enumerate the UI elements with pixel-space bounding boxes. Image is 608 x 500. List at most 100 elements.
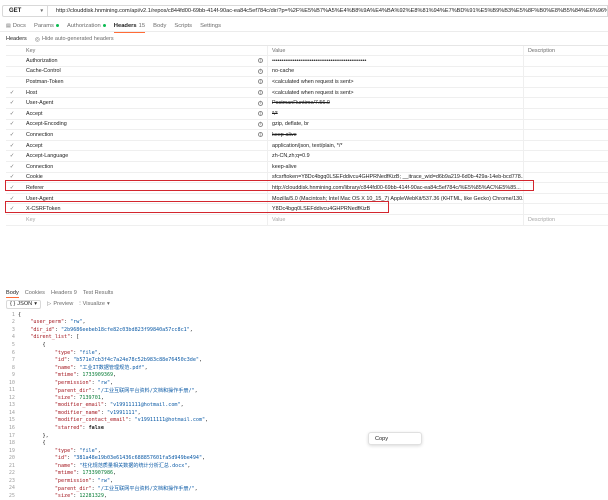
- tab-body[interactable]: Body: [153, 20, 166, 32]
- table-header-row: Key Value Description: [6, 46, 608, 56]
- header-key-cell[interactable]: Accept i: [18, 108, 268, 119]
- code-token: "modifier_email": [54, 402, 104, 409]
- header-key-cell[interactable]: User-Agent: [18, 193, 268, 204]
- header-value-cell[interactable]: ••••••••••••••••••••••••••••••••••••••••…: [268, 56, 524, 66]
- header-key-cell[interactable]: Accept-Language: [18, 151, 268, 161]
- tab-test-results[interactable]: Test Results: [83, 290, 113, 296]
- preview-button[interactable]: ▷ Preview: [47, 301, 73, 307]
- row-checkbox[interactable]: ✓: [6, 121, 18, 127]
- line-number: 18: [8, 440, 15, 447]
- row-checkbox[interactable]: ✓: [6, 164, 18, 170]
- header-value-cell[interactable]: gzip, deflate, br: [268, 119, 524, 130]
- header-key-cell[interactable]: Postman-Token i: [18, 77, 268, 87]
- visualize-button[interactable]: ⫶ Visualize ▾: [79, 301, 110, 308]
- header-description-cell[interactable]: Description: [524, 217, 608, 223]
- tab-response-cookies[interactable]: Cookies: [25, 290, 45, 296]
- header-value-cell[interactable]: application/json, text/plain, */*: [268, 140, 524, 151]
- tab-docs[interactable]: ▤ Docs: [6, 20, 26, 32]
- header-value-cell[interactable]: no-cache: [268, 66, 524, 77]
- line-number: 3: [11, 326, 15, 333]
- format-label: JSON: [17, 301, 33, 307]
- header-key-cell[interactable]: User-Agent i: [18, 98, 268, 108]
- header-value-cell[interactable]: */*: [268, 108, 524, 119]
- code-token: "permission": [54, 477, 92, 484]
- code-token: 7139701: [79, 394, 101, 401]
- info-icon[interactable]: i: [258, 79, 263, 85]
- code-token: ,: [110, 477, 114, 484]
- header-key: User-Agent: [26, 100, 54, 107]
- header-key-cell[interactable]: Cookie: [18, 172, 268, 183]
- header-value-cell[interactable]: zh-CN,zh;q=0.9: [268, 151, 524, 161]
- eye-off-icon: ◎: [34, 36, 41, 43]
- json-response-body[interactable]: 1{2 "user_perm": "rw", 3 "dir_id": "2b968…: [6, 311, 608, 500]
- tab-settings[interactable]: Settings: [200, 20, 221, 32]
- info-icon[interactable]: i: [258, 58, 263, 64]
- header-value-cell[interactable]: PostmanRuntime/7.56.0: [268, 98, 524, 108]
- header-key: Accept-Encoding: [26, 121, 67, 128]
- header-value-cell[interactable]: http://clouddisk.hnmining.com/library/c8…: [268, 183, 524, 193]
- header-key-cell[interactable]: Referer: [18, 183, 268, 193]
- table-row: ✓ Referer http://clouddisk.hnmining.com/li…: [6, 183, 608, 194]
- method-select[interactable]: GET ▾: [2, 5, 48, 17]
- header-key-cell[interactable]: Host i: [18, 87, 268, 98]
- header-value-cell[interactable]: Mozilla/5.0 (Macintosh; Intel Mac OS X 1…: [268, 193, 524, 204]
- header-value-cell[interactable]: Value: [268, 214, 524, 225]
- format-select[interactable]: { } JSON ▾: [6, 299, 42, 309]
- code-token: "name": [54, 463, 74, 470]
- header-key-cell[interactable]: Cache-Control i: [18, 66, 268, 77]
- info-icon[interactable]: i: [258, 68, 263, 74]
- hide-auto-headers-toggle[interactable]: ◎ Hide auto-generated headers: [35, 36, 114, 43]
- row-checkbox[interactable]: ✓: [6, 132, 18, 138]
- info-icon[interactable]: i: [258, 132, 263, 138]
- header-value: keep-alive: [272, 163, 297, 170]
- code-token: ,: [100, 394, 104, 401]
- row-checkbox[interactable]: ✓: [6, 90, 18, 96]
- info-icon[interactable]: i: [258, 121, 263, 127]
- header-key-cell[interactable]: Accept-Encoding i: [18, 119, 268, 130]
- code-token: ,: [187, 463, 191, 470]
- row-checkbox[interactable]: ✓: [6, 153, 18, 159]
- tab-response-headers[interactable]: Headers 9: [51, 290, 77, 296]
- tab-params[interactable]: Params: [34, 20, 59, 32]
- header-key-cell[interactable]: Connection i: [18, 130, 268, 140]
- code-text: {: [18, 312, 21, 318]
- header-value-cell[interactable]: sfcsrftoken=Y8Dc4bgq0LSEFddivcu4GHPRNedf…: [268, 172, 524, 183]
- tab-headers[interactable]: Headers 15: [113, 20, 146, 33]
- code-token: {: [18, 311, 22, 318]
- row-checkbox[interactable]: ✓: [6, 143, 18, 149]
- header-value-cell[interactable]: Y8Dc4bgq0LSEFddivcu4GHPRNedfKizB: [268, 204, 524, 214]
- context-menu-copy[interactable]: Copy: [375, 436, 388, 442]
- header-key-cell[interactable]: Authorization i: [18, 56, 268, 66]
- header-key-cell[interactable]: Key: [18, 214, 268, 225]
- header-value-cell[interactable]: <calculated when request is sent>: [268, 77, 524, 87]
- info-icon[interactable]: i: [258, 90, 263, 96]
- info-icon[interactable]: i: [258, 100, 263, 106]
- row-checkbox[interactable]: ✓: [6, 185, 18, 191]
- header-key-cell[interactable]: Connection: [18, 161, 268, 172]
- header-value-cell[interactable]: <calculated when request is sent>: [268, 87, 524, 98]
- tab-authorization[interactable]: Authorization: [67, 20, 106, 32]
- info-icon[interactable]: i: [258, 111, 263, 117]
- header-value-cell[interactable]: keep-alive: [268, 130, 524, 140]
- header-key-cell[interactable]: Accept: [18, 140, 268, 151]
- row-checkbox[interactable]: ✓: [6, 111, 18, 117]
- row-checkbox[interactable]: ✓: [6, 196, 18, 202]
- tab-response-body[interactable]: Body: [6, 290, 19, 298]
- key-column-header: Key: [18, 46, 268, 55]
- tab-scripts[interactable]: Scripts: [174, 20, 192, 32]
- header-value-cell[interactable]: keep-alive: [268, 161, 524, 172]
- code-line: 13 "modifier_email": "v19911111@hotmail.…: [6, 402, 608, 410]
- row-checkbox[interactable]: ✓: [6, 100, 18, 106]
- row-checkbox[interactable]: ✓: [6, 174, 18, 180]
- headers-title: Headers: [6, 36, 27, 42]
- code-token: "381a48e19b03e61436c688857601fa5d949be49…: [73, 455, 203, 462]
- line-number: 5: [11, 341, 15, 348]
- code-token: {: [18, 440, 46, 447]
- row-checkbox[interactable]: ✓: [6, 206, 18, 212]
- header-key-cell[interactable]: X-CSRFToken: [18, 204, 268, 214]
- url-input[interactable]: http://clouddisk.hnmining.com/api/v2.1/r…: [48, 5, 608, 17]
